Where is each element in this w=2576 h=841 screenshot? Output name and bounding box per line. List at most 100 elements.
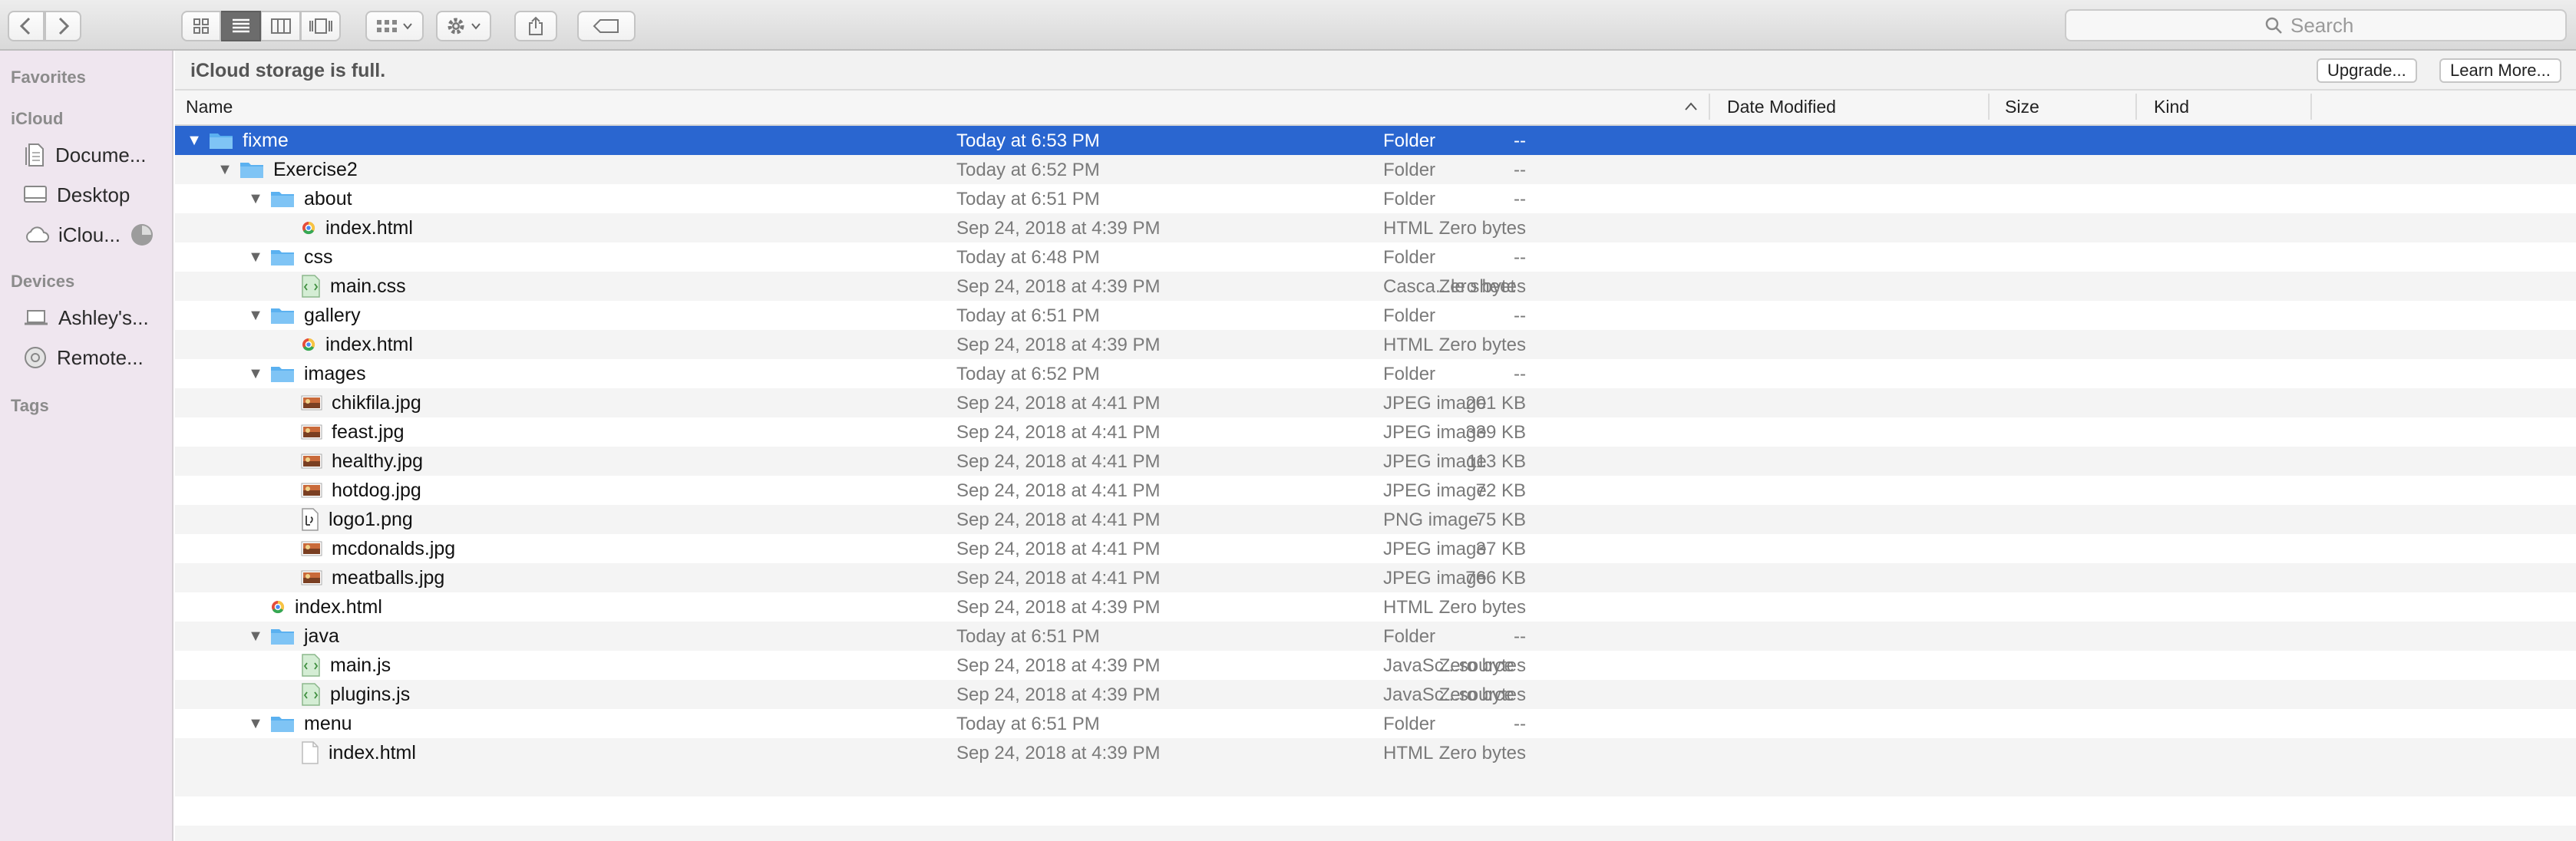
image-thumbnail-icon: [301, 482, 322, 499]
forward-button[interactable]: [45, 11, 81, 41]
file-name-cell: ▼ menu: [246, 709, 352, 738]
column-view-button[interactable]: [261, 11, 301, 41]
table-row[interactable]: main.css Sep 24, 2018 at 4:39 PM Zero byte…: [175, 272, 2576, 301]
table-row[interactable]: main.js Sep 24, 2018 at 4:39 PM Zero bytes…: [175, 651, 2576, 680]
table-row[interactable]: index.html Sep 24, 2018 at 4:39 PM Zero by…: [175, 592, 2576, 622]
column-header-name[interactable]: Name: [186, 97, 233, 117]
learn-more-button[interactable]: Learn More...: [2439, 58, 2561, 83]
column-divider[interactable]: [1709, 94, 1710, 120]
size-cell: Zero bytes: [1438, 218, 1526, 239]
folder-icon: [270, 247, 295, 267]
table-row[interactable]: chikfila.jpg Sep 24, 2018 at 4:41 PM 201 K…: [175, 388, 2576, 417]
table-row[interactable]: meatballs.jpg Sep 24, 2018 at 4:41 PM 766 …: [175, 563, 2576, 592]
table-row[interactable]: plugins.js Sep 24, 2018 at 4:39 PM Zero by…: [175, 680, 2576, 709]
date-modified-cell: Sep 24, 2018 at 4:41 PM: [956, 568, 1161, 589]
list-view-icon: [232, 18, 249, 33]
disclosure-triangle-icon[interactable]: ▼: [246, 365, 266, 383]
column-divider[interactable]: [1988, 94, 1990, 120]
share-button[interactable]: [514, 11, 557, 41]
tag-button[interactable]: [577, 11, 636, 41]
sidebar-item-label: Ashley's...: [58, 305, 149, 329]
document-icon: [25, 143, 44, 167]
table-row[interactable]: index.html Sep 24, 2018 at 4:39 PM Zero by…: [175, 330, 2576, 359]
disclosure-triangle-icon[interactable]: ▼: [246, 628, 266, 645]
search-field[interactable]: [2065, 9, 2567, 41]
table-row[interactable]: ▼ menu Today at 6:51 PM -- Folder: [175, 709, 2576, 738]
folder-icon: [270, 305, 295, 325]
chevron-down-icon: [471, 23, 481, 30]
disclosure-triangle-icon[interactable]: ▼: [246, 307, 266, 325]
sidebar-item-documents[interactable]: Docume...: [23, 140, 147, 170]
table-row[interactable]: hotdog.jpg Sep 24, 2018 at 4:41 PM 72 KB JP…: [175, 476, 2576, 505]
file-name-cell: index.html: [276, 213, 413, 242]
back-button[interactable]: [8, 11, 45, 41]
file-name-cell: main.css: [276, 272, 406, 301]
chevron-down-icon: [403, 23, 412, 30]
storage-pie-icon: [130, 224, 153, 246]
column-header-date[interactable]: Date Modified: [1727, 97, 1836, 117]
file-name-cell: logo1.png: [276, 505, 413, 534]
kind-cell: Folder: [1383, 364, 1436, 384]
disclosure-triangle-icon[interactable]: ▼: [184, 132, 204, 150]
sidebar-item-mac[interactable]: Ashley's...: [23, 302, 149, 333]
sidebar-item-remote-disc[interactable]: Remote...: [23, 342, 144, 373]
file-name-cell: ▼ gallery: [246, 301, 361, 330]
image-thumbnail-icon: [301, 394, 322, 411]
gallery-view-button[interactable]: [301, 11, 341, 41]
table-row[interactable]: index.html Sep 24, 2018 at 4:39 PM Zero by…: [175, 213, 2576, 242]
search-input[interactable]: [2290, 13, 2367, 38]
date-modified-cell: Sep 24, 2018 at 4:41 PM: [956, 393, 1161, 414]
file-name: index.html: [329, 741, 416, 763]
table-row[interactable]: ▼ about Today at 6:51 PM -- Folder: [175, 184, 2576, 213]
disc-icon: [25, 347, 46, 368]
chevron-right-icon: [58, 17, 70, 35]
table-row[interactable]: feast.jpg Sep 24, 2018 at 4:41 PM 339 KB JP…: [175, 417, 2576, 447]
table-row[interactable]: ▼ gallery Today at 6:51 PM -- Folder: [175, 301, 2576, 330]
icloud-notice-text: iCloud storage is full.: [190, 60, 386, 81]
group-button[interactable]: [365, 11, 424, 41]
folder-icon: [239, 160, 264, 180]
chrome-html-icon: [301, 337, 316, 352]
tag-icon: [593, 19, 619, 33]
table-row[interactable]: index.html Sep 24, 2018 at 4:39 PM Zero by…: [175, 738, 2576, 767]
kind-cell: JavaSc...source: [1383, 684, 1514, 705]
sidebar: Favorites iCloud Docume... Desktop iClou…: [0, 51, 173, 841]
disclosure-triangle-icon[interactable]: ▼: [246, 249, 266, 266]
column-header-kind[interactable]: Kind: [2154, 97, 2189, 117]
table-row[interactable]: ▼ css Today at 6:48 PM -- Folder: [175, 242, 2576, 272]
column-divider[interactable]: [2135, 94, 2137, 120]
column-header-size[interactable]: Size: [2005, 97, 2039, 117]
disclosure-triangle-icon[interactable]: ▼: [246, 715, 266, 733]
table-row[interactable]: ▼ images Today at 6:52 PM -- Folder: [175, 359, 2576, 388]
table-row[interactable]: ▼ fixme Today at 6:53 PM -- Folder: [175, 126, 2576, 155]
icon-view-button[interactable]: [181, 11, 221, 41]
toolbar: [0, 0, 2576, 51]
table-row[interactable]: healthy.jpg Sep 24, 2018 at 4:41 PM 113 KB…: [175, 447, 2576, 476]
date-modified-cell: Sep 24, 2018 at 4:39 PM: [956, 218, 1161, 239]
empty-row: [175, 767, 2576, 796]
file-name: fixme: [243, 129, 289, 151]
column-divider[interactable]: [2310, 94, 2312, 120]
date-modified-cell: Today at 6:48 PM: [956, 247, 1100, 268]
sidebar-item-icloud-drive[interactable]: iClou...: [23, 219, 154, 250]
file-name: index.html: [325, 216, 413, 239]
table-row[interactable]: ▼ Exercise2 Today at 6:52 PM -- Folder: [175, 155, 2576, 184]
sidebar-item-desktop[interactable]: Desktop: [23, 180, 130, 210]
disclosure-triangle-icon[interactable]: ▼: [215, 161, 235, 179]
sidebar-section-favorites: Favorites: [11, 68, 86, 87]
size-cell: --: [1514, 189, 1526, 209]
cloud-icon: [26, 226, 49, 242]
date-modified-cell: Today at 6:51 PM: [956, 305, 1100, 326]
column-view-icon: [270, 18, 291, 34]
upgrade-button[interactable]: Upgrade...: [2317, 58, 2417, 83]
size-cell: 75 KB: [1475, 510, 1526, 530]
table-row[interactable]: ▼ java Today at 6:51 PM -- Folder: [175, 622, 2576, 651]
table-row[interactable]: mcdonalds.jpg Sep 24, 2018 at 4:41 PM 37 K…: [175, 534, 2576, 563]
folder-icon: [270, 189, 295, 209]
disclosure-triangle-icon[interactable]: ▼: [246, 190, 266, 208]
action-button[interactable]: [436, 11, 491, 41]
image-thumbnail-icon: [301, 453, 322, 470]
file-name: index.html: [325, 333, 413, 355]
table-row[interactable]: logo1.png Sep 24, 2018 at 4:41 PM 75 KB PNG…: [175, 505, 2576, 534]
list-view-button[interactable]: [221, 11, 261, 41]
